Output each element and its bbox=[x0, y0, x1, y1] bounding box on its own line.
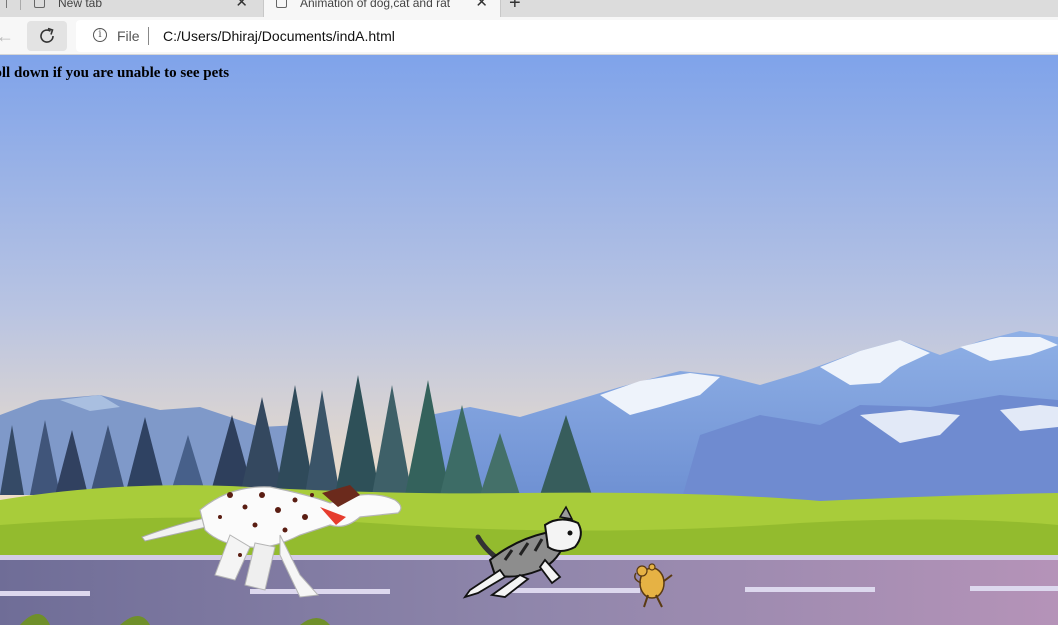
address-bar[interactable]: i File C:/Users/Dhiraj/Documents/indA.ht… bbox=[76, 20, 1058, 52]
tab-title: New tab bbox=[58, 0, 103, 10]
info-icon[interactable]: i bbox=[93, 28, 107, 42]
tab-close-icon[interactable]: ✕ bbox=[235, 0, 248, 10]
new-tab-page-icon bbox=[34, 0, 45, 8]
back-button[interactable]: ← bbox=[0, 25, 16, 47]
page-content: roll down if you are unable to see pets bbox=[0, 55, 1058, 625]
url-text[interactable]: C:/Users/Dhiraj/Documents/indA.html bbox=[163, 28, 395, 44]
tab-title: Animation of dog,cat and rat bbox=[300, 0, 451, 10]
new-tab-button[interactable]: + bbox=[509, 0, 521, 13]
previous-tab-edge[interactable] bbox=[0, 0, 7, 8]
reload-icon bbox=[40, 27, 54, 43]
tab-separator bbox=[20, 0, 21, 10]
tab-new-tab[interactable]: New tab ✕ bbox=[22, 0, 260, 17]
tab-animation[interactable]: Animation of dog,cat and rat ✕ bbox=[263, 0, 501, 17]
security-label: File bbox=[117, 28, 140, 44]
tab-strip: New tab ✕ Animation of dog,cat and rat ✕… bbox=[0, 0, 1058, 17]
tab-close-icon[interactable]: ✕ bbox=[475, 0, 488, 10]
reload-button[interactable] bbox=[27, 21, 67, 51]
scroll-notice: roll down if you are unable to see pets bbox=[0, 65, 230, 81]
page-icon bbox=[276, 0, 287, 8]
landscape-scene bbox=[0, 55, 1058, 625]
browser-toolbar: ← i File C:/Users/Dhiraj/Documents/indA.… bbox=[0, 17, 1058, 55]
address-divider bbox=[148, 27, 149, 45]
